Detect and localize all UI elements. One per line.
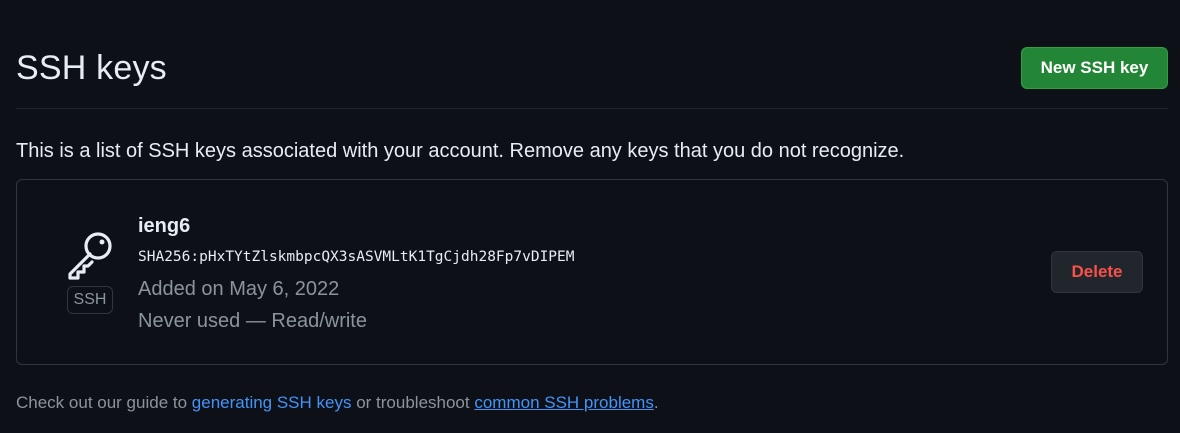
page-title: SSH keys — [16, 49, 167, 87]
ssh-keys-page: SSH keys New SSH key This is a list of S… — [0, 0, 1180, 433]
key-fingerprint: SHA256:pHxTYtZlskmbpcQX3sASVMLtK1TgCjdh2… — [138, 249, 575, 265]
key-usage-status: Never used — Read/write — [138, 310, 367, 332]
footer-text-middle: or troubleshoot — [351, 393, 475, 412]
footer-text-after: . — [653, 393, 659, 412]
footer-help-text: Check out our guide to generating SSH ke… — [16, 393, 659, 413]
delete-key-button[interactable]: Delete — [1051, 251, 1143, 293]
page-description: This is a list of SSH keys associated wi… — [16, 140, 905, 162]
key-type-badge: SSH — [67, 286, 113, 314]
ssh-key-item: SSH ieng6 SHA256:pHxTYtZlskmbpcQX3sASVML… — [16, 179, 1168, 365]
key-icon — [64, 228, 116, 280]
page-header: SSH keys New SSH key — [16, 0, 1168, 109]
key-name: ieng6 — [138, 215, 191, 237]
common-ssh-problems-link[interactable]: common SSH problems — [474, 393, 654, 412]
footer-text-before: Check out our guide to — [16, 393, 192, 412]
key-added-date: Added on May 6, 2022 — [138, 278, 340, 300]
new-ssh-key-button[interactable]: New SSH key — [1021, 47, 1168, 89]
generating-ssh-keys-link[interactable]: generating SSH keys — [192, 393, 352, 412]
